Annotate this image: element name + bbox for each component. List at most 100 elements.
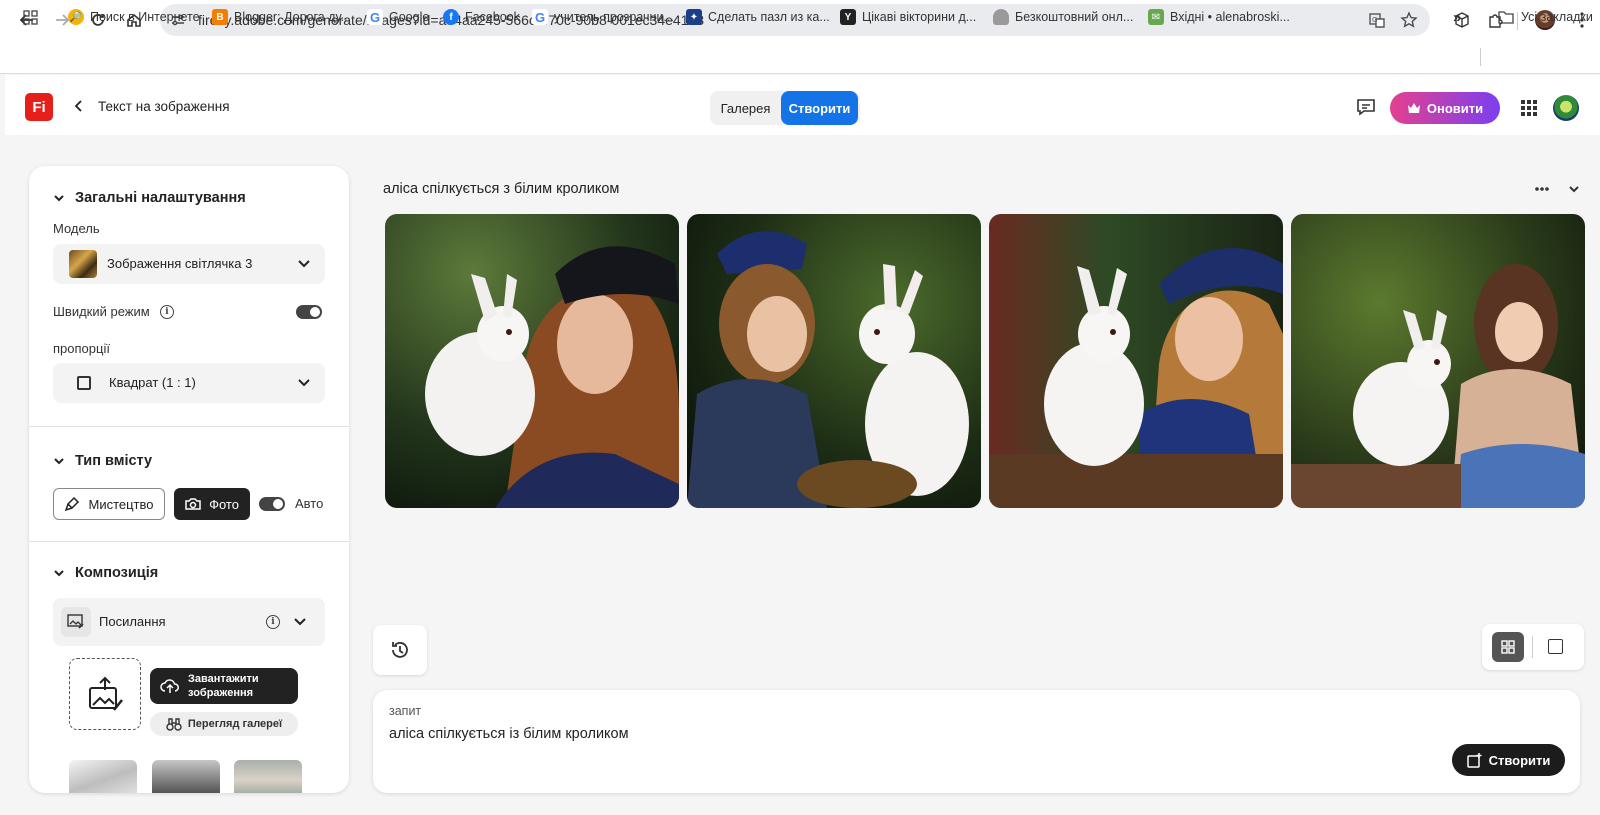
reference-thumbnail[interactable] [234,760,302,793]
reference-thumbnail[interactable] [69,760,137,793]
aspect-ratio-label: пропорції [53,341,110,356]
tab-create[interactable]: Створити [781,91,858,125]
generated-image[interactable] [385,214,679,508]
auto-label: Авто [295,496,324,511]
image-upload-icon [89,676,123,711]
all-bookmarks-label: Усі закладки [1521,10,1593,24]
google-icon: G [367,9,383,25]
bookmark-item[interactable]: Безкоштовний онл... [993,8,1133,26]
general-settings-header[interactable]: Загальні налаштування [53,190,246,206]
alice-rabbit-photo [385,214,679,508]
feedback-chat-icon[interactable] [1356,98,1376,116]
app-switcher-icon[interactable] [1520,99,1538,117]
apps-grid-icon[interactable] [23,8,38,26]
result-prompt-title: аліса спілкується з білим кроликом [383,181,620,197]
reference-label: Посилання [99,614,166,629]
alice-rabbit-photo [687,214,981,508]
more-options-icon[interactable] [1534,186,1550,192]
upload-image-button[interactable]: Завантажити зображення [150,668,298,704]
bookmark-item[interactable]: G Google [367,8,429,26]
photo-label: Фото [209,496,239,512]
chevron-down-icon[interactable] [294,617,306,627]
model-label: Модель [53,221,100,236]
art-label: Мистецтво [88,496,154,512]
bookmark-label: Поиск в Интернете [90,10,200,24]
translate-icon[interactable]: G [1368,11,1386,29]
bookmark-item[interactable]: B Blogger: Дорога ду... [212,8,351,26]
upload-label-line2: зображення [188,687,254,699]
aspect-ratio-value: Квадрат (1 : 1) [109,375,196,390]
chevron-down-icon [54,570,64,577]
cloud-icon [993,9,1009,25]
settings-panel: Загальні налаштування Модель Зображення … [29,166,349,793]
prompt-panel: запит Створити [373,690,1580,793]
cloud-upload-icon [160,679,179,693]
info-icon[interactable]: i [266,615,280,629]
blogger-icon: B [212,9,228,25]
reference-thumbnail[interactable] [152,760,220,793]
upload-label-line1: Завантажити [188,673,259,685]
bookmark-star-icon[interactable] [1400,11,1418,29]
chevron-left-icon[interactable] [72,98,86,114]
alice-rabbit-photo [1291,214,1585,508]
grid-view-icon[interactable] [1492,632,1524,662]
model-thumbnail [69,250,97,278]
more-bookmarks-icon[interactable]: » [1453,8,1461,26]
chevron-down-icon [298,260,310,268]
history-button[interactable] [373,625,427,675]
generate-label: Створити [1488,752,1551,768]
all-bookmarks[interactable]: Усі закладки [1498,8,1593,26]
reference-image-icon [61,607,91,637]
bookmark-item[interactable]: Y Цікаві вікторини д... [840,8,976,26]
auto-toggle[interactable] [259,497,285,511]
fast-mode-toggle[interactable] [296,305,322,319]
content-type-header[interactable]: Тип вмісту [53,453,152,469]
section-divider [29,426,349,427]
camera-icon [185,498,201,510]
composition-header[interactable]: Композиція [53,565,158,581]
facebook-icon: f [443,9,459,25]
upload-dropzone[interactable] [69,658,141,730]
bookmark-label: Facebook [465,10,520,24]
generate-sparkle-icon [1466,753,1482,768]
view-divider [1532,636,1533,658]
chevron-down-icon [54,458,64,465]
bookmark-item[interactable]: f Facebook [443,8,520,26]
upgrade-label: Оновити [1426,100,1484,116]
svg-text:G: G [1372,16,1377,24]
alice-rabbit-photo [989,214,1283,508]
generated-image[interactable] [687,214,981,508]
browse-gallery-button[interactable]: Перегляд галереї [150,712,298,736]
view-toggle [1482,624,1584,670]
upgrade-button[interactable]: Оновити [1390,92,1500,124]
chevron-down-icon [54,195,64,202]
mail-icon: ✉ [1148,9,1164,25]
bookmarks-divider [1480,48,1481,66]
page-title: Текст на зображення [98,99,230,114]
generated-image[interactable] [989,214,1283,508]
section-divider [29,541,349,542]
bookmark-item[interactable]: 🔎 Поиск в Интернете [68,8,200,26]
chevron-down-icon[interactable] [1568,183,1580,195]
info-icon[interactable]: i [160,305,174,319]
fast-mode-label: Швидкий режим [53,304,150,319]
bookmark-item[interactable]: ✦ Сделать пазл из ка... [686,8,830,26]
generated-image[interactable] [1291,214,1585,508]
art-button[interactable]: Мистецтво [53,488,165,520]
bookmark-item[interactable]: ✉ Вхідні • alenabroski... [1148,8,1290,26]
user-avatar[interactable] [1553,95,1579,121]
tab-gallery[interactable]: Галерея [710,91,781,125]
bookmark-label: Цікаві вікторини д... [862,10,977,24]
prompt-input[interactable] [389,726,1389,742]
puzzle-icon: ✦ [686,9,702,25]
firefly-logo[interactable]: Fi [25,93,53,121]
reference-panel[interactable]: Посилання i [53,598,325,646]
quiz-icon: Y [840,9,856,25]
bookmark-item[interactable]: Gучитель прозрачни... [532,8,674,26]
single-view-icon[interactable] [1548,639,1563,654]
generate-button[interactable]: Створити [1452,744,1565,776]
aspect-ratio-select[interactable]: Квадрат (1 : 1) [53,363,325,403]
bookmark-label: Blogger: Дорога ду... [234,10,351,24]
model-select[interactable]: Зображення світлячка 3 [53,244,325,284]
photo-button[interactable]: Фото [174,488,250,520]
